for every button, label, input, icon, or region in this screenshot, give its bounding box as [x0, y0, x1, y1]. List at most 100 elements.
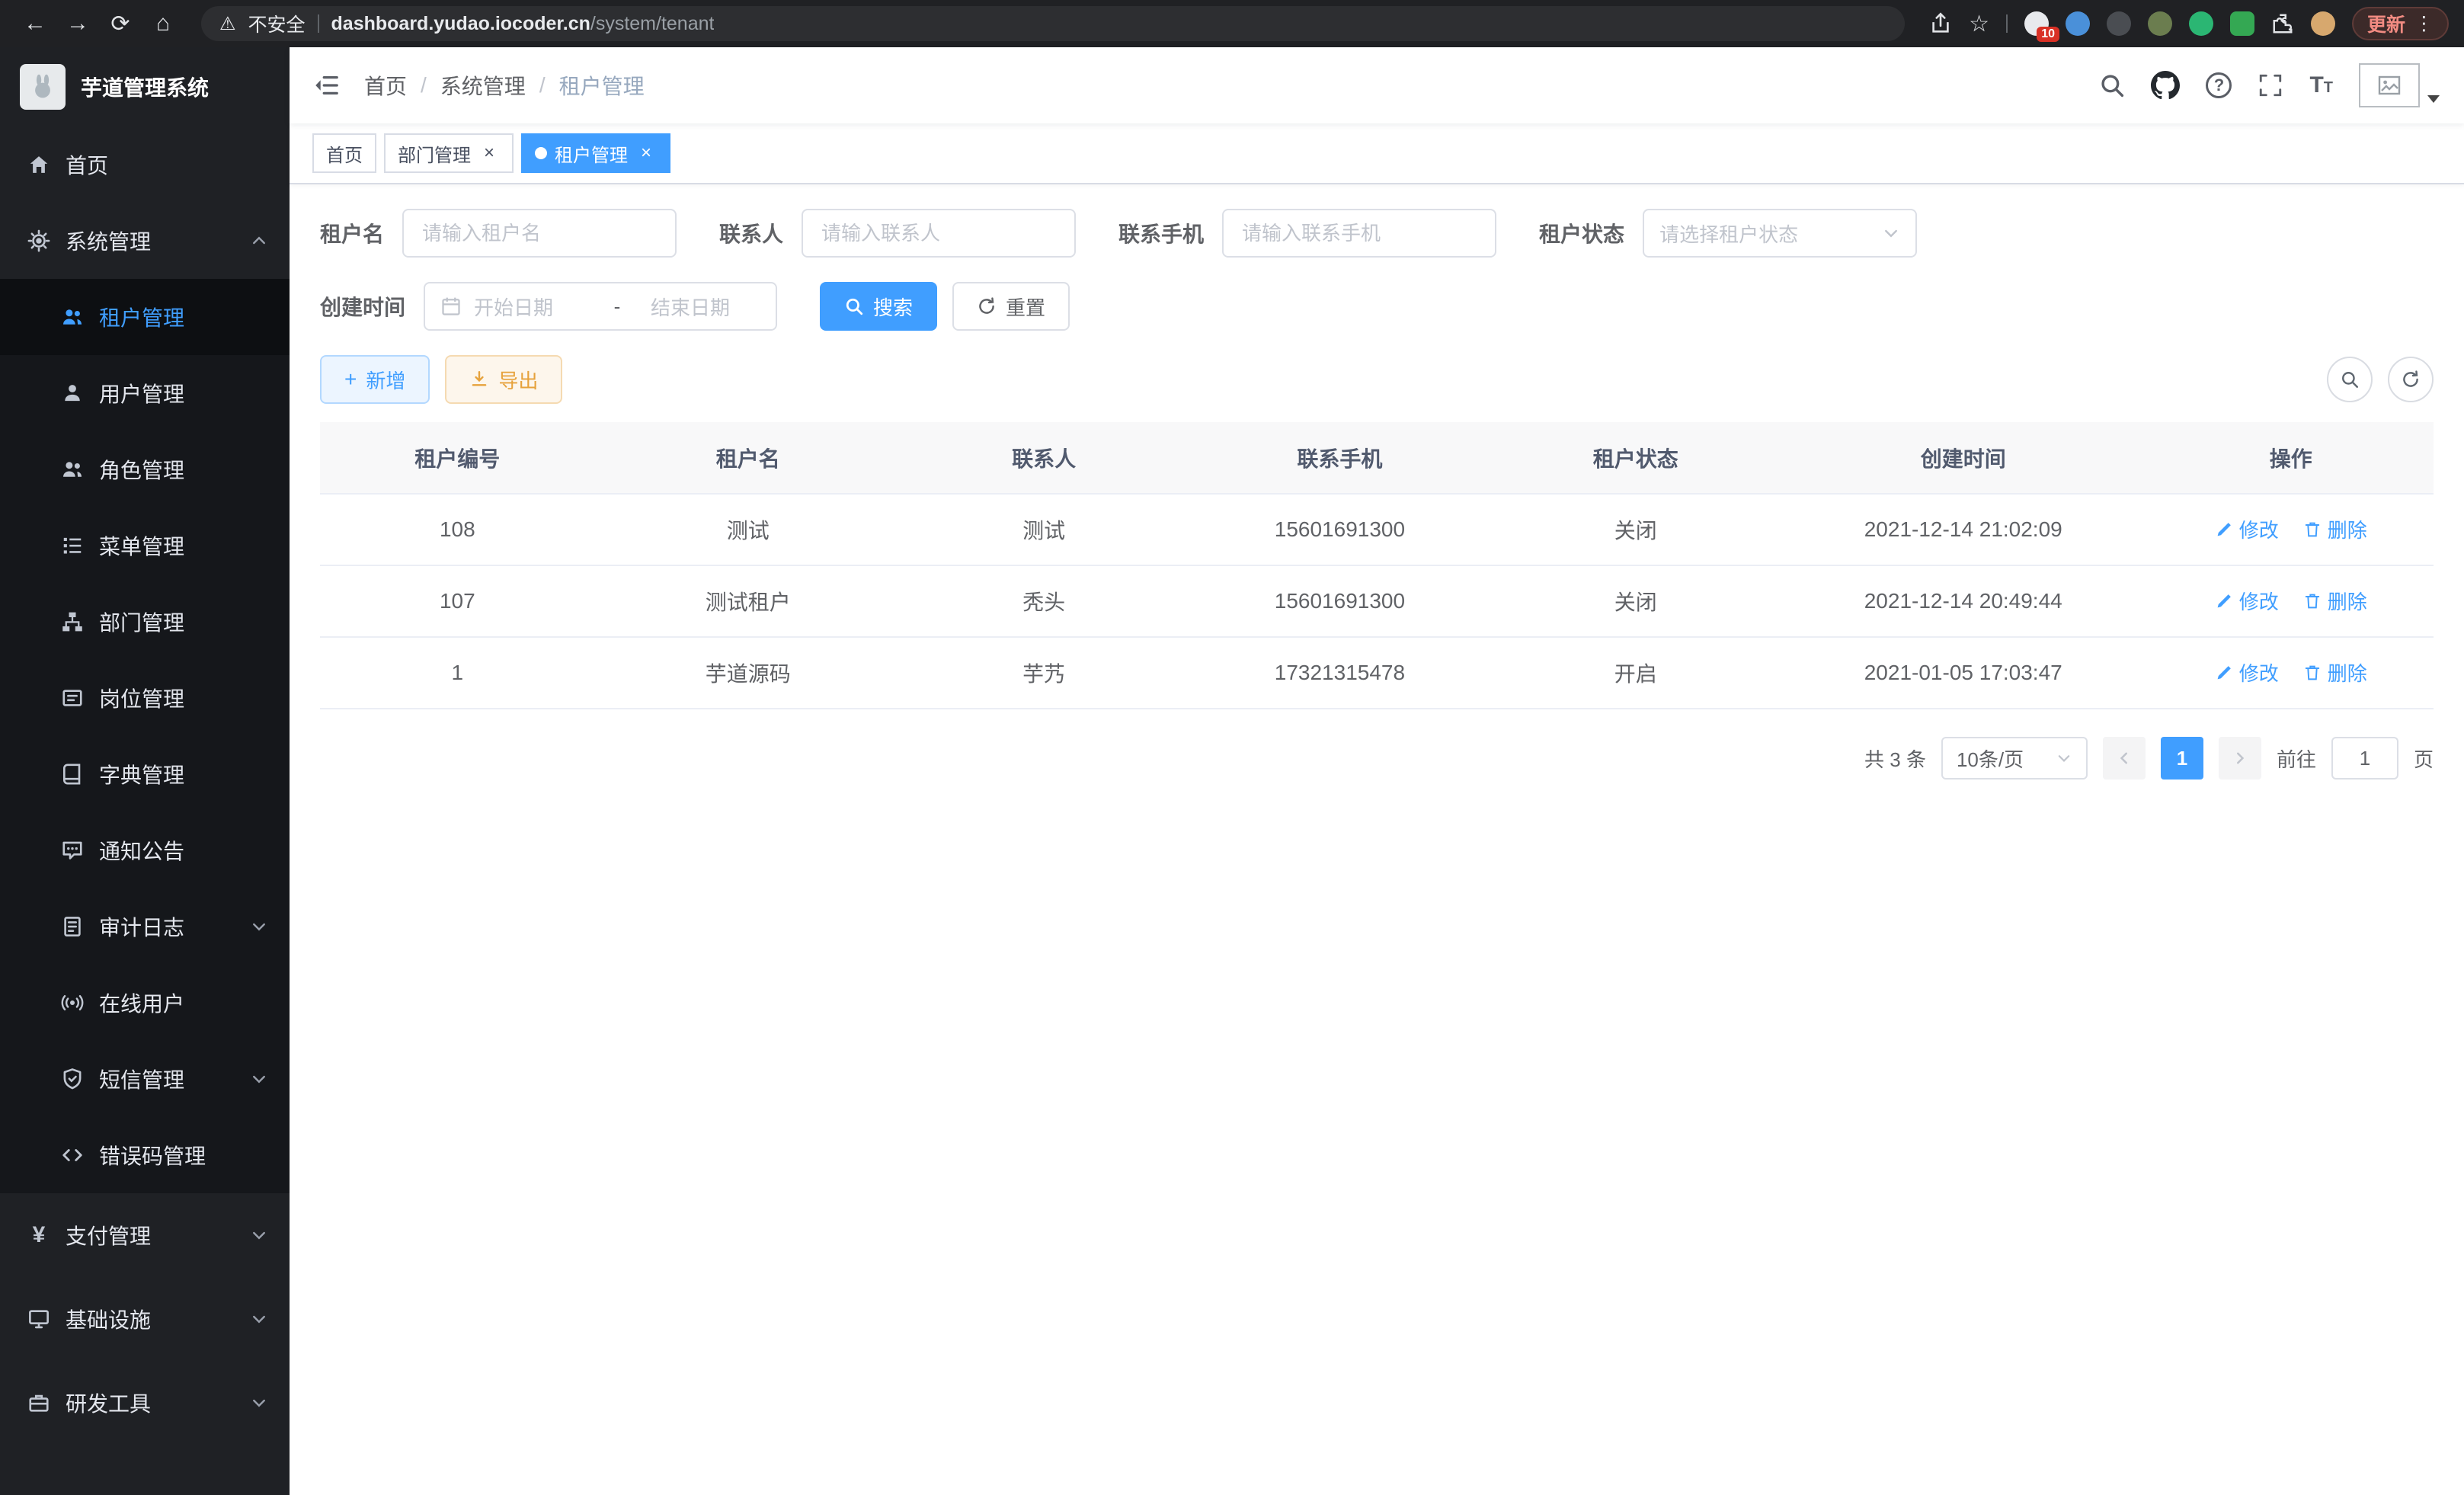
dictionary-book-icon: [61, 763, 84, 786]
github-icon[interactable]: [2151, 71, 2180, 100]
edit-pencil-icon: [2215, 592, 2233, 610]
column-header: 操作: [2148, 422, 2434, 494]
browser-menu-icon[interactable]: ⋮: [2414, 12, 2434, 35]
extension-icon-4[interactable]: [2148, 11, 2172, 36]
sidebar-item-tenant[interactable]: 租户管理: [0, 279, 290, 355]
back-icon[interactable]: ←: [15, 5, 55, 42]
extension-icon-5[interactable]: [2189, 11, 2213, 36]
search-button[interactable]: 搜索: [820, 282, 937, 331]
breadcrumb-home[interactable]: 首页: [364, 70, 407, 101]
table-row: 1 芋道源码 芋艿 17321315478 开启 2021-01-05 17:0…: [320, 637, 2434, 709]
extension-icon-2[interactable]: [2066, 11, 2090, 36]
home-icon[interactable]: ⌂: [143, 5, 183, 42]
forward-icon[interactable]: →: [58, 5, 98, 42]
next-page-button[interactable]: [2219, 737, 2261, 780]
sidebar-item-label: 系统管理: [66, 226, 151, 256]
sidebar-item-devtools[interactable]: 研发工具: [0, 1361, 290, 1445]
sidebar-item-online-users[interactable]: 在线用户: [0, 965, 290, 1041]
navbar-actions: ? TT: [2099, 63, 2440, 107]
cell-name: 测试租户: [595, 565, 901, 637]
filter-create-time: 创建时间 开始日期 - 结束日期: [320, 282, 777, 331]
bookmark-star-icon[interactable]: ☆: [1969, 11, 1989, 37]
sidebar-item-auditlog[interactable]: 审计日志: [0, 888, 290, 965]
sidebar-item-role[interactable]: 角色管理: [0, 431, 290, 507]
profile-avatar-icon[interactable]: [2311, 11, 2335, 36]
fullscreen-icon[interactable]: [2258, 72, 2283, 98]
edit-button[interactable]: 修改: [2215, 587, 2279, 615]
share-icon[interactable]: [1929, 12, 1952, 35]
goto-page-input[interactable]: [2331, 737, 2398, 780]
chevron-down-icon: [1882, 224, 1900, 242]
date-start-placeholder: 开始日期: [474, 293, 584, 321]
cell-phone: 15601691300: [1186, 565, 1493, 637]
sidebar-item-home[interactable]: 首页: [0, 126, 290, 203]
sidebar-item-dict[interactable]: 字典管理: [0, 736, 290, 812]
sidebar-item-errorcode[interactable]: 错误码管理: [0, 1117, 290, 1193]
sidebar-item-system[interactable]: 系统管理: [0, 203, 290, 279]
tab-tenant[interactable]: 租户管理 ×: [521, 133, 670, 173]
close-icon[interactable]: ×: [635, 142, 657, 164]
edit-button[interactable]: 修改: [2215, 515, 2279, 543]
phone-input[interactable]: [1222, 209, 1496, 258]
sidebar-item-notice[interactable]: 通知公告: [0, 812, 290, 888]
delete-button[interactable]: 删除: [2303, 658, 2367, 687]
sidebar-item-label: 菜单管理: [99, 530, 184, 561]
refresh-icon: [977, 296, 997, 316]
prev-page-button[interactable]: [2103, 737, 2146, 780]
breadcrumb-current: 租户管理: [559, 70, 645, 101]
help-icon[interactable]: ?: [2206, 72, 2232, 98]
cell-actions: 修改 删除: [2148, 637, 2434, 709]
search-icon: [844, 296, 864, 316]
sidebar-item-dept[interactable]: 部门管理: [0, 584, 290, 660]
delete-button[interactable]: 删除: [2303, 587, 2367, 615]
sidebar-item-infrastructure[interactable]: 基础设施: [0, 1277, 290, 1361]
font-size-icon[interactable]: TT: [2309, 74, 2333, 97]
user-avatar-menu[interactable]: [2359, 63, 2440, 107]
extension-icon-6[interactable]: [2230, 11, 2254, 36]
sidebar-item-menu[interactable]: 菜单管理: [0, 507, 290, 584]
sidebar-item-post[interactable]: 岗位管理: [0, 660, 290, 736]
address-bar[interactable]: ⚠ 不安全 dashboard.yudao.iocoder.cn/system/…: [201, 6, 1905, 41]
button-label: 重置: [1006, 293, 1045, 321]
add-button[interactable]: + 新增: [320, 355, 430, 404]
sidebar-nav: 首页 系统管理 租户管理 用户管理 角色管理: [0, 126, 290, 1445]
update-button[interactable]: 更新 ⋮: [2352, 7, 2449, 40]
search-icon[interactable]: [2099, 72, 2125, 98]
cell-contact: 芋艿: [901, 637, 1186, 709]
sidebar-toggle-icon[interactable]: [314, 72, 340, 98]
logo-image: [20, 64, 66, 110]
field-label: 创建时间: [320, 291, 405, 322]
page-number[interactable]: 1: [2161, 737, 2203, 780]
tab-dept[interactable]: 部门管理 ×: [384, 133, 514, 173]
date-range-picker[interactable]: 开始日期 - 结束日期: [424, 282, 777, 331]
reset-button[interactable]: 重置: [952, 282, 1070, 331]
tenant-name-input[interactable]: [402, 209, 677, 258]
filter-phone: 联系手机: [1118, 209, 1496, 258]
status-select[interactable]: 请选择租户状态: [1643, 209, 1917, 258]
breadcrumb-system[interactable]: 系统管理: [440, 70, 526, 101]
reload-icon[interactable]: ⟳: [101, 5, 140, 42]
sidebar-item-label: 错误码管理: [99, 1140, 206, 1170]
menu-list-icon: [61, 534, 84, 557]
sidebar-item-payment[interactable]: ¥ 支付管理: [0, 1193, 290, 1277]
page-size-select[interactable]: 10条/页: [1941, 737, 2088, 780]
contact-input[interactable]: [802, 209, 1076, 258]
action-label: 删除: [2328, 658, 2367, 687]
export-button[interactable]: 导出: [445, 355, 562, 404]
close-icon[interactable]: ×: [478, 142, 500, 164]
extension-icon-3[interactable]: [2107, 11, 2131, 36]
extensions-puzzle-icon[interactable]: [2271, 12, 2294, 35]
delete-button[interactable]: 删除: [2303, 515, 2367, 543]
filter-status: 租户状态 请选择租户状态: [1539, 209, 1917, 258]
refresh-table-button[interactable]: [2388, 357, 2434, 402]
extension-icon-1[interactable]: 10: [2024, 11, 2049, 36]
tab-home[interactable]: 首页: [312, 133, 376, 173]
sidebar-item-label: 首页: [66, 149, 108, 180]
sidebar-item-sms[interactable]: 短信管理: [0, 1041, 290, 1117]
online-signal-icon: [61, 991, 84, 1014]
toolbox-icon: [27, 1391, 50, 1414]
edit-button[interactable]: 修改: [2215, 658, 2279, 687]
filter-row-2: 创建时间 开始日期 - 结束日期 搜索 重置: [320, 282, 2434, 331]
toggle-search-button[interactable]: [2327, 357, 2373, 402]
sidebar-item-user[interactable]: 用户管理: [0, 355, 290, 431]
